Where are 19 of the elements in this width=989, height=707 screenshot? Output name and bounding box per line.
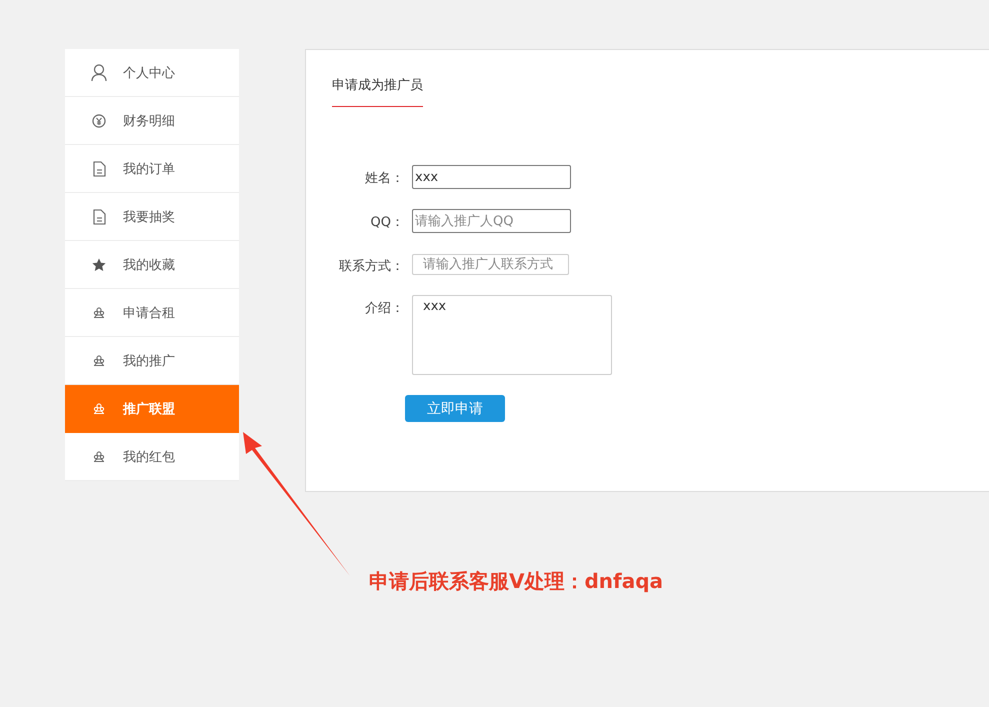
- tab[interactable]: 申请成为推广员: [332, 72, 423, 107]
- group-icon: [93, 403, 105, 414]
- input-field[interactable]: 请输入推广人联系方式: [412, 254, 569, 275]
- group-icon: [93, 451, 105, 462]
- group-icon: [93, 355, 105, 366]
- field-label: QQ：: [370, 214, 404, 231]
- field-label: 联系方式：: [338, 258, 404, 275]
- document-icon: [92, 208, 106, 224]
- field-label: 姓名：: [364, 170, 404, 187]
- input-field[interactable]: 请输入推广人QQ: [412, 209, 571, 233]
- group-icon: [93, 307, 105, 318]
- textarea-field[interactable]: xxx: [412, 295, 612, 375]
- input-field[interactable]: xxx: [412, 165, 571, 189]
- user-icon: [91, 64, 107, 82]
- star-icon: [92, 258, 106, 272]
- field-label: 介绍：: [364, 300, 404, 317]
- document-icon: [92, 160, 106, 176]
- yen-icon: [92, 114, 106, 128]
- annotation-text: 申请后联系客服V处理：dnfaqa: [369, 568, 664, 595]
